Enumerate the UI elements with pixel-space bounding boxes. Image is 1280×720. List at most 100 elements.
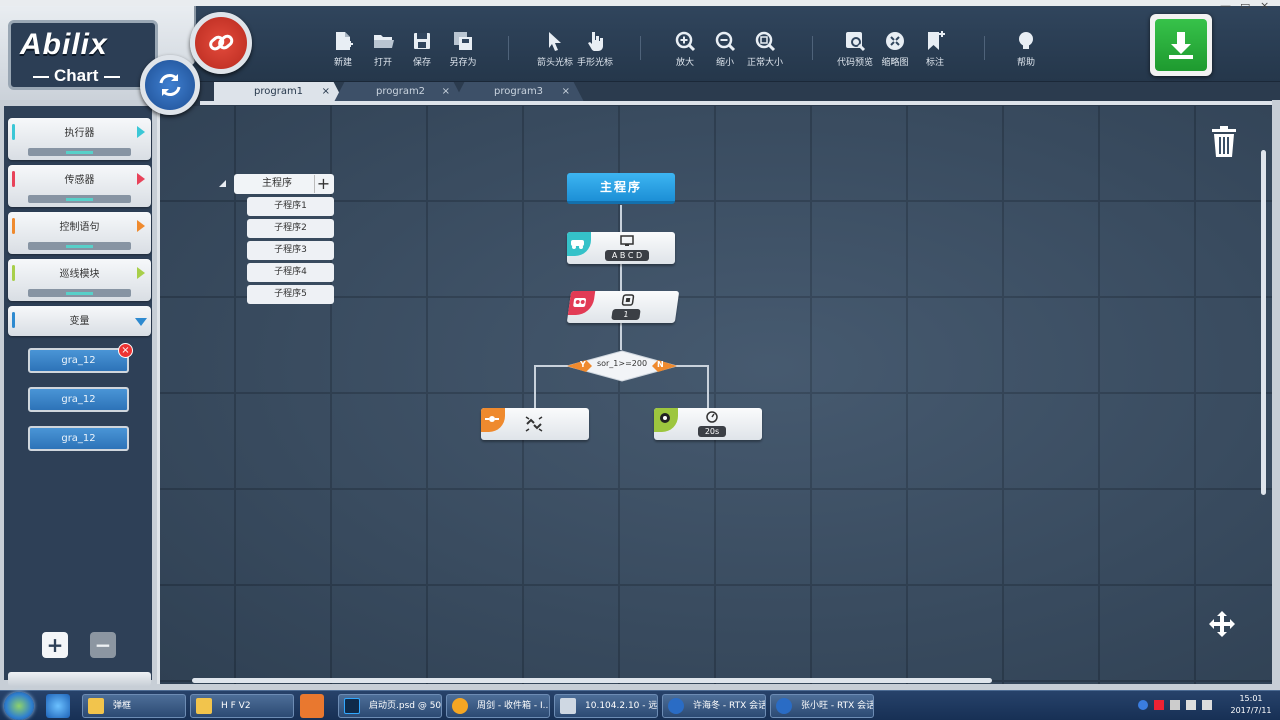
tray-flag-icon[interactable]: [1202, 700, 1212, 710]
tab-close-icon[interactable]: ×: [322, 82, 330, 102]
code-preview-icon: [846, 32, 866, 52]
flow-timer-node[interactable]: 20s: [654, 408, 762, 440]
flow-control-node[interactable]: [481, 408, 589, 440]
clock-time: 15:01: [1239, 694, 1263, 703]
category-actuators[interactable]: 执行器: [8, 118, 151, 160]
taskbar-item[interactable]: 许海冬 - RTX 会话: [662, 694, 766, 718]
category-label: 变量: [69, 316, 90, 327]
close-window-icon[interactable]: ×: [1260, 0, 1269, 12]
tab-close-icon[interactable]: ×: [562, 82, 570, 102]
tree-collapse-icon[interactable]: [219, 180, 226, 187]
flow-sensor-node[interactable]: 1: [566, 291, 680, 323]
collapse-arrow-icon: [135, 318, 147, 326]
subprogram-item[interactable]: 子程序5: [247, 285, 334, 304]
category-control[interactable]: 控制语句: [8, 212, 151, 254]
tab-label: program3: [494, 86, 544, 97]
vertical-scrollbar[interactable]: [1261, 150, 1266, 495]
logo-divider: [33, 76, 49, 78]
sync-button[interactable]: [140, 55, 200, 115]
tab-close-icon[interactable]: ×: [442, 82, 450, 102]
sensor-value: 1: [611, 309, 641, 320]
tab-program2[interactable]: program2 ×: [334, 82, 464, 102]
flow-start-node[interactable]: 主程序: [567, 173, 675, 204]
sensor-badge-icon: [567, 291, 596, 315]
photoshop-icon: [344, 698, 360, 714]
category-indicator: [66, 245, 93, 248]
tray-network-icon[interactable]: [1170, 700, 1180, 710]
flow-decision-node[interactable]: [566, 350, 678, 382]
tab-program3[interactable]: program3 ×: [454, 82, 584, 102]
add-subprogram-icon[interactable]: +: [314, 175, 332, 193]
taskbar-item[interactable]: 10.104.2.10 - 远...: [554, 694, 658, 718]
remove-variable-button[interactable]: −: [90, 632, 116, 658]
move-canvas-icon[interactable]: [1208, 610, 1236, 638]
line-follow-badge-icon: [654, 408, 678, 432]
category-sensors[interactable]: 传感器: [8, 165, 151, 207]
actual-size-button[interactable]: 正常大小: [742, 30, 788, 68]
flow-display-node[interactable]: A B C D: [567, 232, 675, 264]
start-button-icon[interactable]: [4, 692, 34, 720]
variable-block[interactable]: gra_12: [28, 387, 129, 412]
chain-link-icon: [209, 34, 234, 51]
subprogram-item[interactable]: 子程序1: [247, 197, 334, 216]
subprogram-item[interactable]: 子程序4: [247, 263, 334, 282]
horizontal-scrollbar[interactable]: [192, 678, 992, 683]
taskbar-item-label: H F V2: [221, 701, 251, 711]
taskbar-item-label: 启动页.psd @ 50...: [369, 701, 442, 711]
variable-block[interactable]: gra_12: [28, 348, 129, 373]
toolbar-separator: [640, 36, 641, 60]
flow-connector: [534, 365, 568, 367]
tab-program1[interactable]: program1 ×: [214, 82, 344, 102]
media-player-icon[interactable]: [300, 694, 324, 718]
actual-size-icon: [755, 31, 776, 52]
zoom-out-icon: [715, 31, 736, 52]
minimize-window-icon[interactable]: —: [1220, 0, 1231, 12]
logo-title: Abilix: [20, 28, 108, 61]
save-button[interactable]: 保存: [399, 30, 445, 68]
subprogram-item[interactable]: 子程序3: [247, 241, 334, 260]
taskbar-item[interactable]: 张小旺 - RTX 会话: [770, 694, 874, 718]
category-indicator: [66, 198, 93, 201]
expand-arrow-icon: [137, 267, 145, 279]
add-variable-button[interactable]: +: [42, 632, 68, 658]
download-button[interactable]: [1150, 14, 1212, 76]
actuator-badge-icon: [567, 232, 591, 256]
remote-desktop-icon: [560, 698, 576, 714]
ie-browser-icon[interactable]: [46, 694, 70, 718]
taskbar-item[interactable]: 弹框: [82, 694, 186, 718]
subprogram-item[interactable]: 子程序2: [247, 219, 334, 238]
main-program-label: 主程序: [262, 178, 292, 189]
flow-connector: [534, 365, 536, 408]
taskbar-item[interactable]: H F V2: [190, 694, 294, 718]
tray-antivirus-icon[interactable]: [1154, 700, 1164, 710]
help-button[interactable]: 帮助: [1003, 30, 1049, 68]
connect-button[interactable]: [190, 12, 252, 74]
save-as-icon: [454, 32, 472, 50]
tab-label: program2: [376, 86, 426, 97]
flow-connector: [707, 365, 709, 408]
taskbar-item[interactable]: 启动页.psd @ 50...: [338, 694, 442, 718]
tray-volume-icon[interactable]: [1186, 700, 1196, 710]
trash-icon[interactable]: [1210, 126, 1238, 158]
toolbar-separator: [984, 36, 985, 60]
system-clock[interactable]: 15:01 2017/7/11: [1226, 693, 1276, 717]
os-taskbar: 弹框 H F V2 启动页.psd @ 50... 周剑 - 收件箱 - I..…: [0, 690, 1280, 720]
hand-cursor-button[interactable]: 手形光标: [572, 30, 618, 68]
save-as-button[interactable]: 另存为: [440, 30, 486, 68]
variable-block[interactable]: gra_12: [28, 426, 129, 451]
category-line-follow[interactable]: 巡线模块: [8, 259, 151, 301]
taskbar-item[interactable]: 周剑 - 收件箱 - I...: [446, 694, 550, 718]
category-label: 传感器: [64, 175, 95, 186]
display-screen-icon: [620, 235, 634, 246]
annotate-button[interactable]: 标注: [912, 30, 958, 68]
flow-connector: [620, 264, 622, 291]
timer-value: 20s: [698, 426, 726, 437]
maximize-window-icon[interactable]: ▭: [1240, 0, 1250, 12]
flow-connector: [620, 323, 622, 350]
delete-variable-icon[interactable]: ×: [118, 343, 133, 358]
main-program-item[interactable]: 主程序 +: [234, 174, 334, 194]
actual-size-label: 正常大小: [746, 58, 783, 68]
folder-icon: [374, 35, 394, 48]
tray-app-icon[interactable]: [1138, 700, 1148, 710]
category-variables[interactable]: 变量: [8, 306, 151, 336]
